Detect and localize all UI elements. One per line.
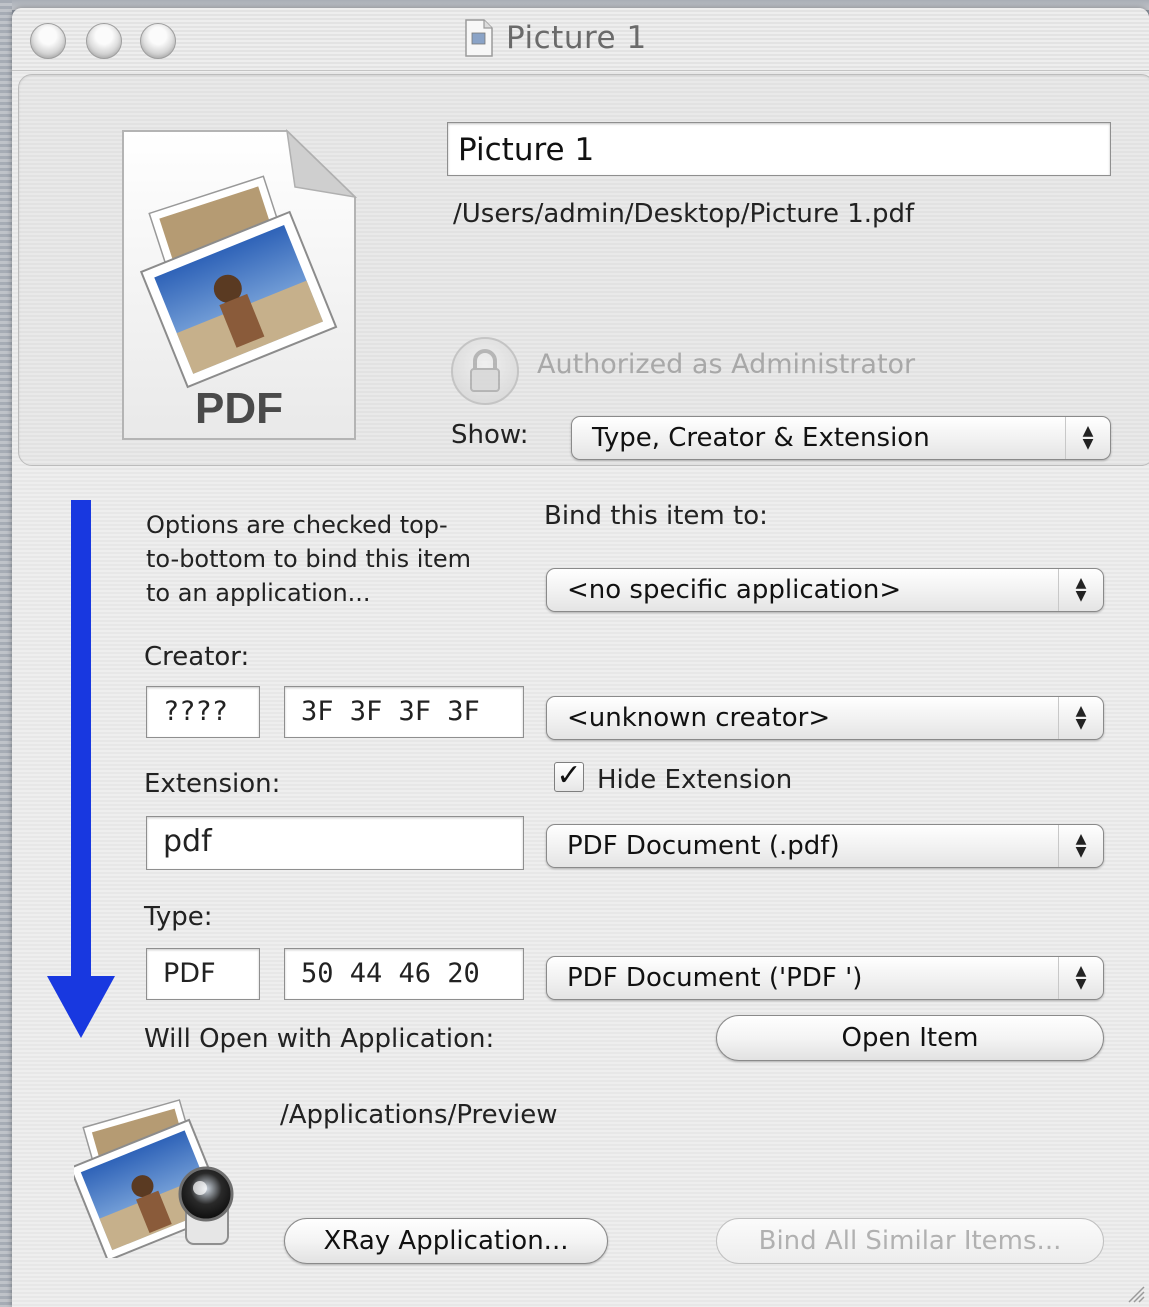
name-field[interactable]: Picture 1 [447,122,1111,176]
will-open-label: Will Open with Application: [144,1024,495,1054]
bind-label: Bind this item to: [544,501,768,531]
icon-badge-text: PDF [195,384,283,433]
description-line: to-bottom to bind this item [146,545,471,573]
show-popup-value: Type, Creator & Extension [592,423,930,453]
zoom-button[interactable] [140,23,176,59]
hide-extension-label[interactable]: Hide Extension [597,765,792,795]
file-path: /Users/admin/Desktop/Picture 1.pdf [453,199,915,229]
document-icon [465,19,493,57]
open-item-button[interactable]: Open Item [716,1015,1104,1061]
xray-application-button[interactable]: XRay Application... [284,1218,608,1264]
description-line: Options are checked top- [146,511,448,539]
show-popup[interactable]: Type, Creator & Extension ▲ ▼ [571,416,1111,460]
minimize-button[interactable] [86,23,122,59]
bind-popup-value: <no specific application> [567,575,902,605]
hide-extension-checkbox[interactable]: ✓ [554,761,584,792]
auth-status: Authorized as Administrator [537,349,916,380]
type-label: Type: [144,902,213,932]
window-title: Picture 1 [506,20,647,56]
popup-arrows-icon: ▲ ▼ [1065,417,1110,459]
popup-arrows-icon: ▲ ▼ [1058,957,1103,999]
type-hex-field[interactable]: 50 44 46 20 [284,948,524,1000]
pdf-document-icon: PDF [122,128,358,440]
popup-arrows-icon: ▲ ▼ [1058,697,1103,739]
description-line: to an application... [146,579,371,607]
extension-field[interactable]: pdf [146,816,524,870]
info-window: Picture 1 PDF Picture 1 /Users/admin/Des… [12,8,1149,1307]
resize-grip-icon[interactable] [1125,1283,1145,1303]
type-popup[interactable]: PDF Document ('PDF ') ▲ ▼ [546,956,1104,1000]
creator-label: Creator: [144,642,250,672]
type-popup-value: PDF Document ('PDF ') [567,963,863,993]
desktop-edge [0,0,12,1307]
binding-description: Options are checked top- to-bottom to bi… [146,508,471,610]
app-path: /Applications/Preview [280,1100,558,1130]
extension-popup-value: PDF Document (.pdf) [567,831,840,861]
popup-arrows-icon: ▲ ▼ [1058,569,1103,611]
type-code-field[interactable]: PDF [146,948,260,1000]
creator-code-field[interactable]: ???? [146,686,260,738]
info-panel: PDF Picture 1 /Users/admin/Desktop/Pictu… [18,74,1149,466]
popup-arrows-icon: ▲ ▼ [1058,825,1103,867]
creator-popup[interactable]: <unknown creator> ▲ ▼ [546,696,1104,740]
close-button[interactable] [30,23,66,59]
bind-all-similar-button[interactable]: Bind All Similar Items... [716,1218,1104,1264]
window-title-group: Picture 1 [464,18,647,58]
checkmark-icon: ✓ [556,758,582,793]
creator-popup-value: <unknown creator> [567,703,831,733]
bind-popup[interactable]: <no specific application> ▲ ▼ [546,568,1104,612]
order-arrow-shaft [71,500,91,990]
extension-label: Extension: [144,769,281,799]
show-label: Show: [451,420,529,450]
order-arrow-icon [47,976,115,1038]
title-bar[interactable]: Picture 1 [12,8,1149,71]
creator-hex-field[interactable]: 3F 3F 3F 3F [284,686,524,738]
preview-app-icon [74,1099,234,1258]
lock-icon[interactable] [451,337,519,405]
extension-popup[interactable]: PDF Document (.pdf) ▲ ▼ [546,824,1104,868]
